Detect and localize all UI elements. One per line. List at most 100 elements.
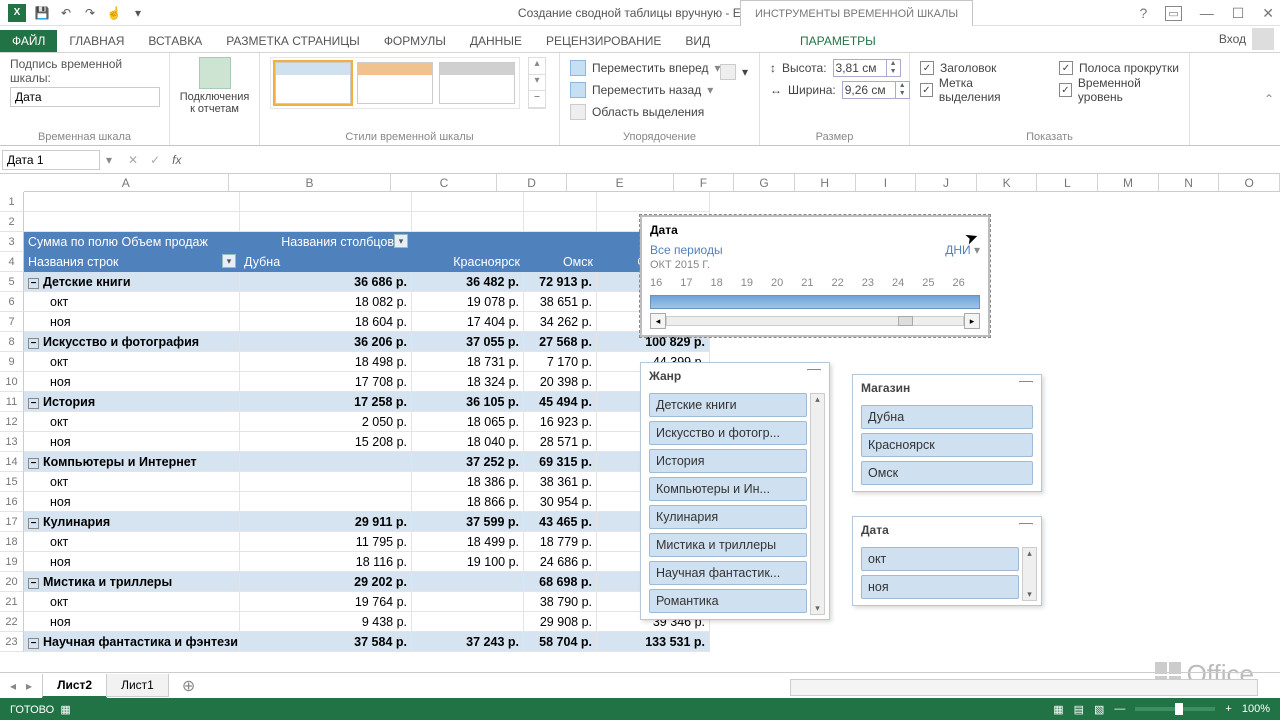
tab-home[interactable]: ГЛАВНАЯ (57, 30, 136, 52)
row-header-5[interactable]: 5 (0, 272, 24, 292)
row-header-6[interactable]: 6 (0, 292, 24, 312)
tl-day[interactable]: 23 (862, 277, 874, 289)
tl-day[interactable]: 18 (711, 277, 723, 289)
cell[interactable]: окт (24, 532, 240, 552)
tl-day[interactable]: 22 (832, 277, 844, 289)
cell[interactable] (240, 192, 412, 212)
slicer-store[interactable]: Магазин ДубнаКрасноярскОмск (852, 374, 1042, 492)
slicer-item[interactable]: ноя (861, 575, 1019, 599)
timeline-bar[interactable] (650, 295, 980, 309)
cell[interactable]: Названия столбцов ▾ (240, 232, 412, 252)
row-header-20[interactable]: 20 (0, 572, 24, 592)
row-header-10[interactable]: 10 (0, 372, 24, 392)
col-header-A[interactable]: A (24, 174, 229, 191)
row-header-8[interactable]: 8 (0, 332, 24, 352)
col-header-C[interactable]: C (391, 174, 497, 191)
tl-right-icon[interactable]: ▸ (964, 313, 980, 329)
row-header-23[interactable]: 23 (0, 632, 24, 652)
style-swatch-3[interactable] (439, 62, 515, 104)
row-header-16[interactable]: 16 (0, 492, 24, 512)
row-header-13[interactable]: 13 (0, 432, 24, 452)
height-input[interactable]: 3,81 см (833, 59, 887, 77)
cell[interactable]: ноя (24, 492, 240, 512)
slicer-up-icon[interactable]: ▴ (811, 394, 824, 405)
slicer-item[interactable]: Омск (861, 461, 1033, 485)
cell[interactable]: 133 531 p. (597, 632, 710, 652)
cell[interactable]: 18 082 p. (240, 292, 412, 312)
tl-day[interactable]: 20 (771, 277, 783, 289)
row-header-19[interactable]: 19 (0, 552, 24, 572)
zoom-out-icon[interactable]: — (1114, 703, 1125, 715)
slicer-item[interactable]: Компьютеры и Ин... (649, 477, 807, 501)
avatar-icon[interactable] (1252, 28, 1274, 50)
caption-input[interactable] (10, 87, 160, 107)
zoom-value[interactable]: 100% (1242, 703, 1270, 715)
cell[interactable]: 30 954 p. (524, 492, 597, 512)
cell[interactable]: 36 105 p. (412, 392, 524, 412)
slicer-item[interactable]: Дубна (861, 405, 1033, 429)
cell[interactable]: −Искусство и фотография (24, 332, 240, 352)
cell[interactable]: 18 866 p. (412, 492, 524, 512)
cell[interactable]: 19 078 p. (412, 292, 524, 312)
style-swatch-1[interactable] (275, 62, 351, 104)
name-drop-icon[interactable]: ▾ (102, 153, 116, 167)
cell[interactable]: 69 315 p. (524, 452, 597, 472)
cell[interactable]: 24 686 p. (524, 552, 597, 572)
cell[interactable]: Красноярск (412, 252, 524, 272)
cell[interactable]: 18 498 p. (240, 352, 412, 372)
col-header-M[interactable]: M (1098, 174, 1159, 191)
qa-dropdown-icon[interactable]: ▾ (130, 5, 146, 21)
slicer-item[interactable]: Научная фантастик... (649, 561, 807, 585)
view-pgbreak-icon[interactable]: ▧ (1094, 703, 1104, 716)
slicer-date[interactable]: Дата ▴▾октноя (852, 516, 1042, 606)
cell[interactable]: 15 208 p. (240, 432, 412, 452)
tl-left-icon[interactable]: ◂ (650, 313, 666, 329)
view-normal-icon[interactable]: ▦ (1053, 703, 1063, 716)
cell[interactable]: 2 050 p. (240, 412, 412, 432)
minimize-icon[interactable]: — (1200, 5, 1214, 21)
sheet-prev-icon[interactable]: ◂ (10, 679, 16, 693)
cell[interactable]: 17 258 p. (240, 392, 412, 412)
gallery-down-icon[interactable]: ▾ (529, 75, 545, 92)
check-scroll[interactable]: ✓ (1059, 61, 1073, 75)
cell[interactable]: окт (24, 412, 240, 432)
tab-insert[interactable]: ВСТАВКА (136, 30, 214, 52)
tl-day[interactable]: 17 (680, 277, 692, 289)
col-header-O[interactable]: O (1219, 174, 1280, 191)
cell[interactable]: 36 482 p. (412, 272, 524, 292)
col-header-J[interactable]: J (916, 174, 977, 191)
cell[interactable]: ноя (24, 372, 240, 392)
tl-thumb[interactable] (898, 316, 913, 326)
cell[interactable] (240, 472, 412, 492)
cell[interactable]: 18 040 p. (412, 432, 524, 452)
slicer-item[interactable]: Кулинария (649, 505, 807, 529)
sheet-next-icon[interactable]: ▸ (26, 679, 32, 693)
cell[interactable]: ноя (24, 612, 240, 632)
cell[interactable]: 58 704 p. (524, 632, 597, 652)
col-header-B[interactable]: B (229, 174, 392, 191)
width-input[interactable]: 9,26 см (842, 81, 896, 99)
cell[interactable]: −Компьютеры и Интернет (24, 452, 240, 472)
tl-day[interactable]: 25 (922, 277, 934, 289)
sheet-tab-2[interactable]: Лист2 (42, 674, 107, 698)
name-box[interactable] (2, 150, 100, 170)
check-level[interactable]: ✓ (1059, 83, 1072, 97)
clear-filter-icon[interactable] (807, 369, 821, 383)
cell[interactable]: 18 604 p. (240, 312, 412, 332)
cell[interactable]: 36 686 p. (240, 272, 412, 292)
cell[interactable]: 9 438 p. (240, 612, 412, 632)
tab-data[interactable]: ДАННЫЕ (458, 30, 534, 52)
row-header-14[interactable]: 14 (0, 452, 24, 472)
cell[interactable] (24, 192, 240, 212)
row-header-3[interactable]: 3 (0, 232, 24, 252)
cell[interactable]: 28 571 p. (524, 432, 597, 452)
row-header-15[interactable]: 15 (0, 472, 24, 492)
cell[interactable]: −История (24, 392, 240, 412)
clear-filter-icon[interactable] (1019, 523, 1033, 537)
cell[interactable]: 72 913 p. (524, 272, 597, 292)
slicer-item[interactable]: окт (861, 547, 1019, 571)
tl-day[interactable]: 19 (741, 277, 753, 289)
slicer-item[interactable]: Романтика (649, 589, 807, 613)
check-header[interactable]: ✓ (920, 61, 934, 75)
row-header-11[interactable]: 11 (0, 392, 24, 412)
